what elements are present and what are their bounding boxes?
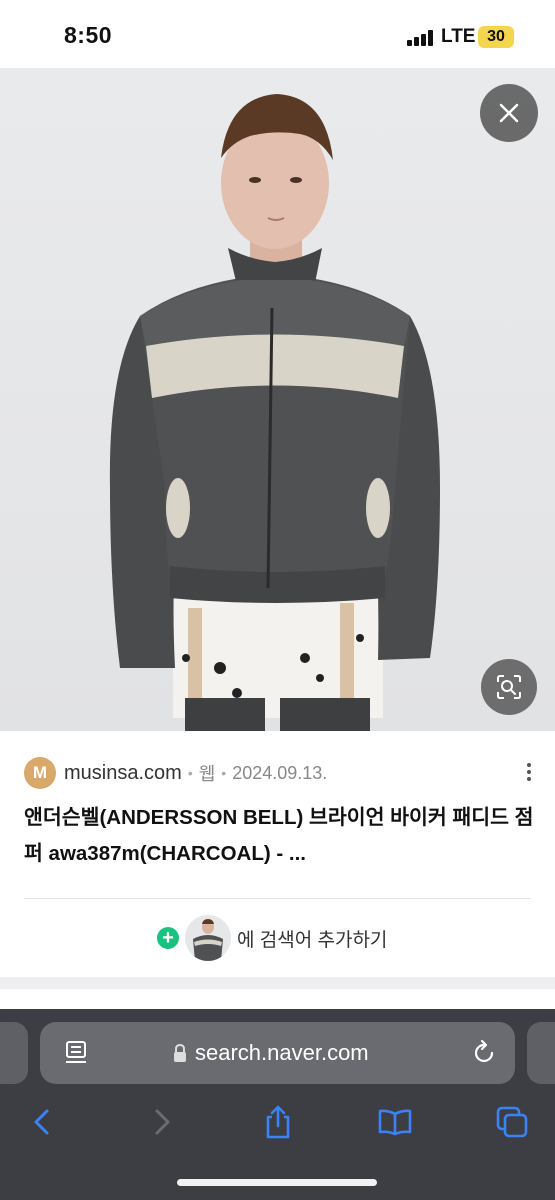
home-indicator bbox=[177, 1179, 377, 1186]
status-bar: 8:50 LTE 30 bbox=[0, 0, 555, 68]
lock-icon bbox=[174, 1043, 186, 1062]
tabs-button[interactable] bbox=[492, 1102, 532, 1142]
close-button[interactable] bbox=[480, 84, 538, 142]
battery-icon: 30 bbox=[478, 26, 514, 48]
bookmarks-button[interactable] bbox=[375, 1102, 415, 1142]
plus-icon: + bbox=[157, 927, 179, 949]
url-text[interactable]: search.naver.com bbox=[195, 1040, 369, 1066]
tabs-icon bbox=[496, 1106, 528, 1138]
divider bbox=[24, 898, 531, 899]
status-time: 8:50 bbox=[64, 22, 113, 48]
previous-tab-preview[interactable] bbox=[0, 1022, 28, 1084]
share-icon bbox=[266, 1105, 290, 1139]
next-result-card bbox=[0, 989, 555, 1009]
reader-icon[interactable] bbox=[64, 1040, 88, 1066]
separator-dot: • bbox=[221, 765, 227, 781]
visual-search-button[interactable] bbox=[481, 659, 537, 715]
site-name[interactable]: musinsa.com bbox=[64, 762, 182, 785]
forward-icon bbox=[155, 1109, 170, 1135]
jacket-photo bbox=[109, 94, 440, 731]
close-icon bbox=[499, 103, 519, 123]
source-row[interactable]: M musinsa.com • 웹 • 2024.09.13. bbox=[24, 757, 328, 789]
result-title[interactable]: 앤더슨벨(ANDERSSON BELL) 브라이언 바이커 패디드 점퍼 awa… bbox=[24, 800, 534, 872]
add-search-label: 에 검색어 추가하기 bbox=[237, 929, 388, 951]
add-to-search-button[interactable]: + 에 검색어 추가하기 bbox=[157, 914, 387, 962]
result-type: 웹 bbox=[198, 764, 216, 784]
site-favicon: M bbox=[24, 757, 56, 789]
section-separator bbox=[0, 977, 555, 989]
forward-button[interactable] bbox=[142, 1102, 182, 1142]
visual-search-icon bbox=[497, 675, 521, 699]
back-button[interactable] bbox=[22, 1102, 62, 1142]
image-thumbnail bbox=[185, 915, 231, 961]
separator-dot: • bbox=[187, 765, 193, 781]
more-options-icon[interactable] bbox=[524, 760, 534, 784]
reload-icon[interactable] bbox=[470, 1039, 498, 1067]
result-date: 2024.09.13. bbox=[232, 762, 328, 783]
back-icon bbox=[34, 1109, 49, 1135]
product-image[interactable] bbox=[0, 68, 555, 731]
bookmarks-icon bbox=[378, 1109, 412, 1136]
next-tab-preview[interactable] bbox=[527, 1022, 555, 1084]
signal-icon bbox=[407, 30, 435, 46]
share-button[interactable] bbox=[258, 1102, 298, 1142]
network-label: LTE bbox=[441, 26, 476, 47]
